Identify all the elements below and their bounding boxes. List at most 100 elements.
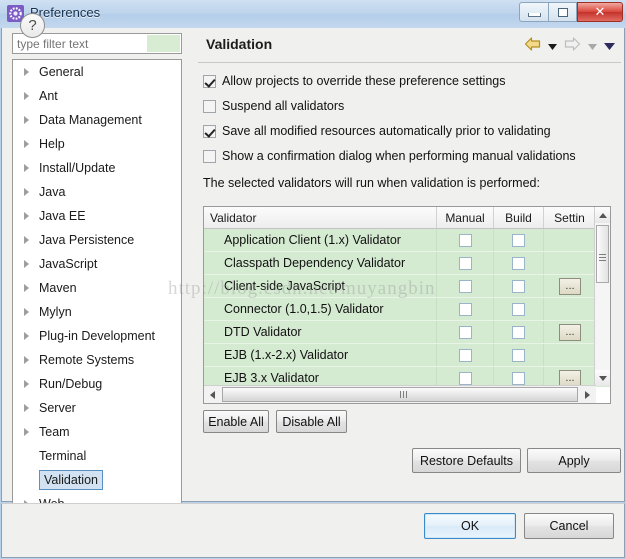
chevron-right-icon[interactable]	[24, 380, 29, 388]
chevron-right-icon[interactable]	[24, 356, 29, 364]
checkbox-manual[interactable]	[458, 371, 472, 385]
checkbox-confirmation-dialog[interactable]	[203, 149, 216, 163]
cell-manual[interactable]	[437, 252, 494, 274]
sidebar-item-run-debug[interactable]: Run/Debug	[13, 372, 181, 396]
cell-build[interactable]	[494, 252, 544, 274]
cell-build[interactable]	[494, 367, 544, 387]
cell-build[interactable]	[494, 298, 544, 320]
table-row[interactable]: DTD Validator ...	[204, 321, 610, 344]
checkbox-build[interactable]	[512, 371, 525, 385]
search-input[interactable]	[13, 34, 181, 53]
restore-defaults-button[interactable]: Restore Defaults	[412, 448, 521, 473]
table-horizontal-scrollbar[interactable]	[204, 385, 596, 403]
sidebar-item-javascript[interactable]: JavaScript	[13, 252, 181, 276]
settings-button[interactable]: ...	[559, 277, 581, 295]
cell-manual[interactable]	[437, 298, 494, 320]
sidebar-item-ant[interactable]: Ant	[13, 84, 181, 108]
checkbox-build[interactable]	[512, 256, 525, 270]
chevron-right-icon[interactable]	[24, 188, 29, 196]
sidebar-item-terminal[interactable]: Terminal	[13, 444, 181, 468]
minimize-button[interactable]	[519, 2, 548, 22]
table-row[interactable]: Connector (1.0,1.5) Validator	[204, 298, 610, 321]
checkbox-build[interactable]	[512, 302, 525, 316]
option-save-modified[interactable]: Save all modified resources automaticall…	[203, 124, 551, 138]
cell-settings[interactable]: ...	[544, 367, 596, 387]
table-vertical-scrollbar[interactable]	[594, 207, 610, 386]
checkbox-manual[interactable]	[458, 348, 472, 362]
cell-manual[interactable]	[437, 344, 494, 366]
checkbox-manual[interactable]	[458, 302, 472, 316]
option-confirmation-dialog[interactable]: Show a confirmation dialog when performi…	[203, 149, 576, 163]
sidebar-item-team[interactable]: Team	[13, 420, 181, 444]
checkbox-build[interactable]	[512, 348, 525, 362]
cell-manual[interactable]	[437, 275, 494, 297]
column-header-validator[interactable]: Validator	[204, 207, 437, 228]
sidebar-item-java-persistence[interactable]: Java Persistence	[13, 228, 181, 252]
scroll-right-button[interactable]	[579, 386, 596, 403]
back-arrow-icon[interactable]	[524, 37, 541, 54]
table-row[interactable]: Client-side JavaScript ...	[204, 275, 610, 298]
chevron-right-icon[interactable]	[24, 68, 29, 76]
column-header-manual[interactable]: Manual	[437, 207, 494, 228]
chevron-right-icon[interactable]	[24, 404, 29, 412]
sidebar-item-data-management[interactable]: Data Management	[13, 108, 181, 132]
cell-manual[interactable]	[437, 229, 494, 251]
enable-all-button[interactable]: Enable All	[203, 410, 269, 433]
chevron-right-icon[interactable]	[24, 284, 29, 292]
settings-button[interactable]: ...	[559, 369, 581, 387]
checkbox-manual[interactable]	[458, 325, 472, 339]
table-row[interactable]: Classpath Dependency Validator	[204, 252, 610, 275]
cell-manual[interactable]	[437, 321, 494, 343]
table-row[interactable]: EJB (1.x-2.x) Validator	[204, 344, 610, 367]
table-row[interactable]: Application Client (1.x) Validator	[204, 229, 610, 252]
cell-build[interactable]	[494, 321, 544, 343]
chevron-right-icon[interactable]	[24, 308, 29, 316]
checkbox-suspend-all[interactable]	[203, 99, 216, 113]
chevron-right-icon[interactable]	[24, 164, 29, 172]
chevron-right-icon[interactable]	[24, 260, 29, 268]
chevron-right-icon[interactable]	[24, 212, 29, 220]
sidebar-item-remote-systems[interactable]: Remote Systems	[13, 348, 181, 372]
sidebar-item-java[interactable]: Java	[13, 180, 181, 204]
disable-all-button[interactable]: Disable All	[276, 410, 347, 433]
apply-button[interactable]: Apply	[527, 448, 621, 473]
checkbox-allow-override[interactable]	[203, 74, 216, 88]
chevron-right-icon[interactable]	[24, 332, 29, 340]
sidebar-item-java-ee[interactable]: Java EE	[13, 204, 181, 228]
checkbox-manual[interactable]	[458, 256, 472, 270]
close-button[interactable]: ✕	[577, 2, 623, 22]
table-row[interactable]: EJB 3.x Validator ...	[204, 367, 610, 387]
cell-manual[interactable]	[437, 367, 494, 387]
option-allow-override[interactable]: Allow projects to override these prefere…	[203, 74, 505, 88]
validators-table[interactable]: Validator Manual Build Settin Applicatio…	[203, 206, 611, 404]
chevron-right-icon[interactable]	[24, 428, 29, 436]
chevron-right-icon[interactable]	[24, 236, 29, 244]
sidebar-item-maven[interactable]: Maven	[13, 276, 181, 300]
view-menu-chevron-down-icon[interactable]	[604, 39, 615, 53]
cell-build[interactable]	[494, 344, 544, 366]
cell-settings[interactable]: ...	[544, 321, 596, 343]
scroll-down-button[interactable]	[595, 370, 610, 386]
checkbox-manual[interactable]	[458, 233, 472, 247]
horizontal-scroll-thumb[interactable]	[222, 387, 578, 402]
cell-build[interactable]	[494, 275, 544, 297]
chevron-right-icon[interactable]	[24, 116, 29, 124]
preferences-tree[interactable]: General Ant Data Management Help Install…	[12, 59, 182, 521]
sidebar-item-help[interactable]: Help	[13, 132, 181, 156]
maximize-button[interactable]	[548, 2, 577, 22]
sidebar-item-server[interactable]: Server	[13, 396, 181, 420]
checkbox-build[interactable]	[512, 233, 525, 247]
cell-settings[interactable]: ...	[544, 275, 596, 297]
cancel-button[interactable]: Cancel	[524, 513, 614, 539]
checkbox-build[interactable]	[512, 279, 525, 293]
cell-build[interactable]	[494, 229, 544, 251]
checkbox-save-modified[interactable]	[203, 124, 216, 138]
chevron-right-icon[interactable]	[24, 92, 29, 100]
help-icon[interactable]: ?	[20, 13, 45, 38]
back-menu-chevron-down-icon[interactable]	[548, 39, 557, 53]
sidebar-item-general[interactable]: General	[13, 60, 181, 84]
vertical-scroll-thumb[interactable]	[596, 225, 609, 283]
ok-button[interactable]: OK	[424, 513, 516, 539]
sidebar-item-mylyn[interactable]: Mylyn	[13, 300, 181, 324]
checkbox-manual[interactable]	[458, 279, 472, 293]
